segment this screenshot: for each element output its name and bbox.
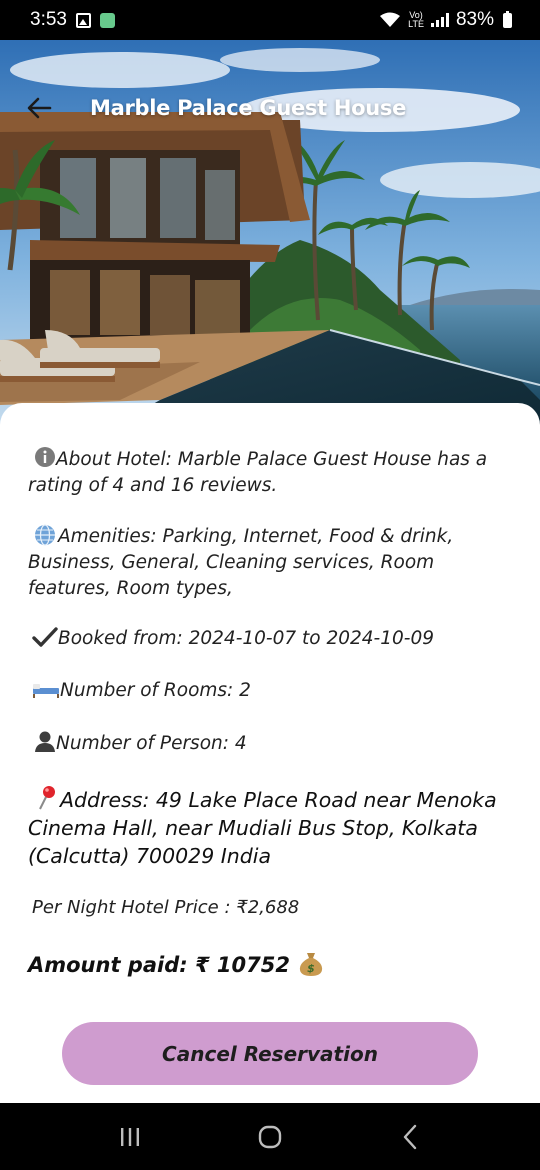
svg-text:$: $ [307,962,315,975]
booked-dates-row: Booked from: 2024-10-07 to 2024-10-09 [28,626,512,652]
checkmark-icon [32,627,58,647]
status-time: 3:53 [30,9,67,30]
money-bag-icon: $ [300,953,323,976]
amount-paid: Amount paid: ₹ 10752 [28,953,290,977]
per-night-price: Per Night Hotel Price : ₹2,688 [32,897,300,918]
person-icon [35,731,55,752]
battery-icon [503,10,512,28]
page-title: Marble Palace Guest House [90,96,407,120]
status-bar: 3:53 Vo) LTE 83% [0,0,540,40]
recent-apps-button[interactable] [110,1117,150,1157]
pin-icon [39,786,55,810]
address-row: Address: 49 Lake Place Road near Menoka … [28,784,512,870]
back-arrow-icon[interactable] [24,92,56,124]
persons-text: Number of Person: 4 [56,733,247,754]
persons-row: Number of Person: 4 [28,730,512,757]
home-button[interactable] [250,1117,290,1157]
recent-apps-icon [121,1127,139,1146]
globe-icon [35,524,55,546]
battery-percent: 83% [455,9,494,30]
amenities-row: Amenities: Parking, Internet, Food & dri… [28,524,512,602]
cancel-reservation-button[interactable]: Cancel Reservation [62,1022,478,1085]
bed-icon [33,684,59,698]
hotel-hero-image: Marble Palace Guest House [0,40,540,440]
back-button[interactable] [390,1117,430,1157]
amenities-text: Amenities: Parking, Internet, Food & dri… [28,526,454,599]
about-hotel-text: About Hotel: Marble Palace Guest House h… [28,449,488,496]
home-icon [258,1125,282,1148]
wifi-icon [380,12,401,27]
price-row: Per Night Hotel Price : ₹2,688 [32,895,516,921]
system-nav-bar [0,1103,540,1170]
rooms-row: Number of Rooms: 2 [28,678,512,704]
status-left: 3:53 [30,9,115,31]
signal-icon [430,13,449,27]
lte-indicator: Vo) LTE [408,10,424,29]
back-chevron-icon [403,1124,417,1149]
amount-row: Amount paid: ₹ 10752 $ [28,949,512,978]
status-right: Vo) LTE 83% [379,9,512,31]
rooms-text: Number of Rooms: 2 [60,680,251,701]
gallery-icon [75,12,91,28]
booked-dates-text: Booked from: 2024-10-07 to 2024-10-09 [58,628,434,649]
info-icon [35,447,55,467]
address-text: Address: 49 Lake Place Road near Menoka … [28,788,497,868]
about-hotel-row: About Hotel: Marble Palace Guest House h… [28,446,512,499]
app-notification-icon [99,12,115,28]
